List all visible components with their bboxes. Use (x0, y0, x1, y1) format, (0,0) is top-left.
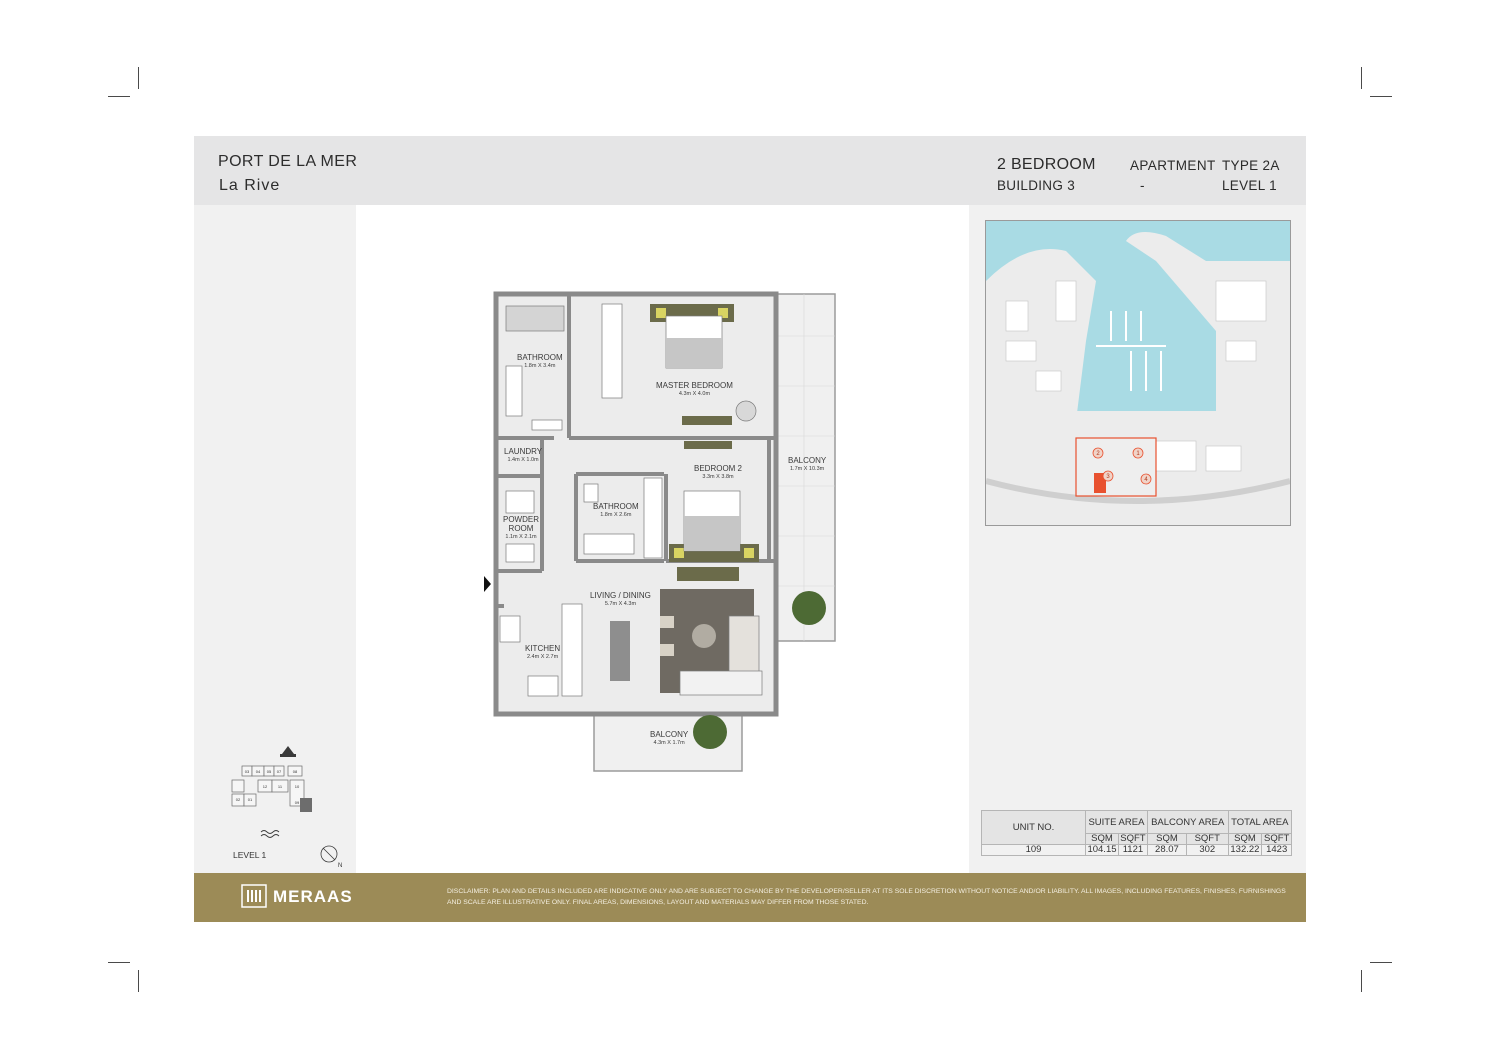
keyplan-unit: 10 (295, 784, 300, 789)
crop-mark (1361, 67, 1362, 89)
meraas-logo-icon (241, 884, 267, 908)
room-laundry: LAUNDRY 1.4m X 1.0m (504, 447, 543, 463)
keyplan-unit: 08 (293, 769, 298, 774)
site-map: 1 2 3 4 (985, 220, 1291, 526)
apartment-label: APARTMENT (1130, 158, 1216, 173)
keyplan-unit: 04 (256, 769, 261, 774)
crop-mark (1370, 96, 1392, 97)
keyplan-unit: 05 (267, 769, 272, 774)
keyplan-unit: 12 (263, 784, 268, 789)
north-label: N (338, 863, 342, 869)
separator: - (1140, 178, 1145, 193)
crop-mark (1370, 962, 1392, 963)
total-sqft: 1423 (1261, 844, 1292, 856)
subheader-sqm: SQM (1227, 833, 1263, 845)
room-master-bedroom: MASTER BEDROOM 4.3m X 4.0m (656, 381, 733, 397)
header-bar: PORT DE LA MER La Rive 2 BEDROOM BUILDIN… (194, 136, 1306, 205)
project-title: PORT DE LA MER (218, 153, 358, 170)
suite-sqft: 1121 (1117, 844, 1148, 856)
footer-bar: MERAAS DISCLAIMER: PLAN AND DETAILS INCL… (194, 873, 1306, 922)
total-area-header: TOTAL AREA (1227, 810, 1293, 834)
room-bathroom-2: BATHROOM 1.8m X 2.6m (593, 502, 639, 518)
brand-logo-text: MERAAS (273, 887, 353, 906)
suite-area-header: SUITE AREA (1085, 810, 1148, 834)
keyplan-unit: 07 (277, 769, 282, 774)
room-kitchen: KITCHEN 2.4m X 2.7m (525, 644, 561, 660)
subheader-sqft: SQFT (1117, 833, 1148, 845)
balcony-sqft: 302 (1185, 844, 1229, 856)
apartment-type: TYPE 2A (1222, 158, 1280, 173)
room-bathroom-master: BATHROOM 1.8m X 3.4m (517, 353, 563, 369)
table-row: 109 104.15 1121 28.07 302 132.22 1423 (981, 844, 1292, 856)
total-sqm: 132.22 (1227, 844, 1263, 856)
room-powder-room: POWDER ROOM 1.1m X 2.1m (503, 515, 539, 540)
balcony-sqm: 28.07 (1146, 844, 1187, 856)
room-balcony-side: BALCONY 1.7m X 10.3m (788, 456, 827, 472)
keyplan-unit: 09 (295, 800, 300, 805)
keyplan-unit: 01 (248, 797, 253, 802)
room-living-dining: LIVING / DINING 5.7m X 4.3m (590, 591, 651, 607)
room-balcony-front: BALCONY 4.3m X 1.7m (650, 730, 689, 746)
building-number: BUILDING 3 (997, 178, 1076, 193)
crop-mark (138, 67, 139, 89)
crop-mark (108, 962, 130, 963)
bedroom-count: 2 BEDROOM (997, 156, 1096, 173)
building-name: La Rive (219, 177, 281, 194)
room-bedroom-2: BEDROOM 2 3.3m X 3.8m (694, 464, 743, 480)
subheader-sqm: SQM (1085, 833, 1119, 845)
subheader-sqft: SQFT (1185, 833, 1229, 845)
keyplan-level: LEVEL 1 (233, 850, 267, 860)
keyplan-unit: 03 (245, 769, 250, 774)
crop-mark (108, 96, 130, 97)
floor-plan-sheet: PORT DE LA MER La Rive 2 BEDROOM BUILDIN… (194, 136, 1306, 922)
unit-number: 109 (981, 844, 1086, 856)
level-label: LEVEL 1 (1222, 178, 1277, 193)
crop-mark (1361, 970, 1362, 992)
crop-mark (138, 970, 139, 992)
suite-sqm: 104.15 (1085, 844, 1119, 856)
disclaimer-text: DISCLAIMER: PLAN AND DETAILS INCLUDED AR… (447, 888, 1286, 906)
keyplan-unit: 02 (236, 797, 241, 802)
unit-header: UNIT NO. (981, 810, 1086, 845)
subheader-sqft: SQFT (1261, 833, 1292, 845)
balcony-area-header: BALCONY AREA (1146, 810, 1229, 834)
area-table: UNIT NO. SUITE AREA BALCONY AREA TOTAL A… (981, 810, 1293, 856)
subheader-sqm: SQM (1146, 833, 1187, 845)
